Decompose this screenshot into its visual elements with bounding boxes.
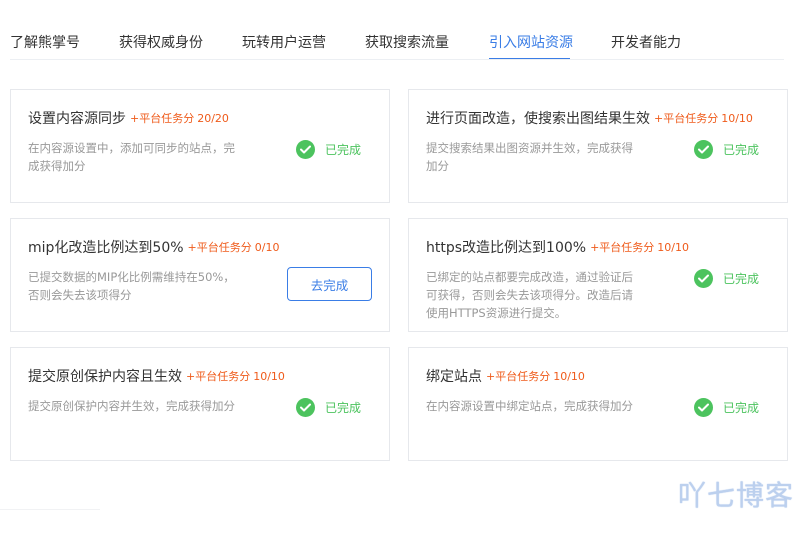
task-name: 设置内容源同步 — [28, 111, 126, 127]
task-name: 进行页面改造，使搜索出图结果生效 — [426, 111, 650, 127]
tab-learn-bear-paw[interactable]: 了解熊掌号 — [10, 34, 80, 52]
status-text: 已完成 — [722, 272, 759, 286]
check-circle-icon — [693, 140, 713, 159]
task-card-content-sync: 设置内容源同步 +平台任务分 20/20 在内容源设置中，添加可同步的站点，完 成获… — [10, 89, 390, 203]
score-value: 20/20 — [197, 112, 229, 125]
tab-divider — [10, 59, 784, 60]
card-title: 进行页面改造，使搜索出图结果生效 +平台任务分 10/10 — [426, 110, 753, 128]
score-value: 10/10 — [721, 112, 753, 125]
tab-bar: 了解熊掌号 获得权威身份 玩转用户运营 获取搜索流量 引入网站资源 开发者能力 — [0, 0, 800, 61]
desc-line: 提交原创保护内容并生效，完成获得加分 — [28, 399, 235, 413]
desc-line: 可获得，否则会失去该项得分。改造后请 — [426, 288, 633, 302]
task-description: 提交原创保护内容并生效，完成获得加分 — [28, 397, 235, 415]
card-title: 提交原创保护内容且生效 +平台任务分 10/10 — [28, 368, 285, 386]
desc-line: 提交搜索结果出图资源并生效，完成获得 — [426, 141, 633, 155]
score-label: +平台任务分 — [186, 370, 251, 383]
task-card-bind-site: 绑定站点 +平台任务分 10/10 在内容源设置中绑定站点，完成获得加分 已完成 — [408, 347, 788, 461]
card-title: https改造比例达到100% +平台任务分 10/10 — [426, 239, 689, 257]
card-title: 绑定站点 +平台任务分 10/10 — [426, 368, 585, 386]
task-description: 已绑定的站点都要完成改造，通过验证后 可获得，否则会失去该项得分。改造后请 使用… — [426, 268, 633, 322]
score-label: +平台任务分 — [187, 241, 252, 254]
check-circle-icon — [693, 269, 713, 288]
task-description: 已提交数据的MIP化比例需维持在50%， 否则会失去该项得分 — [28, 268, 235, 304]
score-label: +平台任务分 — [654, 112, 719, 125]
score-label: +平台任务分 — [130, 112, 195, 125]
score-label: +平台任务分 — [590, 241, 655, 254]
task-card-search-image: 进行页面改造，使搜索出图结果生效 +平台任务分 10/10 提交搜索结果出图资源并生… — [408, 89, 788, 203]
task-card-original-protection: 提交原创保护内容且生效 +平台任务分 10/10 提交原创保护内容并生效，完成获得加… — [10, 347, 390, 461]
check-circle-icon — [295, 140, 315, 159]
score-value: 10/10 — [253, 370, 285, 383]
score-value: 10/10 — [553, 370, 585, 383]
divider — [0, 509, 100, 510]
status-text: 已完成 — [722, 401, 759, 415]
task-name: 绑定站点 — [426, 369, 482, 385]
task-description: 提交搜索结果出图资源并生效，完成获得 加分 — [426, 139, 633, 175]
desc-line: 在内容源设置中，添加可同步的站点，完 — [28, 141, 235, 155]
completed-status: 已完成 — [295, 140, 361, 159]
status-text: 已完成 — [324, 401, 361, 415]
tab-search-traffic[interactable]: 获取搜索流量 — [365, 34, 449, 52]
status-text: 已完成 — [722, 143, 759, 157]
desc-line: 否则会失去该项得分 — [28, 288, 132, 302]
tab-site-resources[interactable]: 引入网站资源 — [489, 34, 573, 52]
task-name: https改造比例达到100% — [426, 240, 587, 256]
watermark: 吖七博客 — [677, 479, 794, 512]
card-title: 设置内容源同步 +平台任务分 20/20 — [28, 110, 229, 128]
desc-line: 在内容源设置中绑定站点，完成获得加分 — [426, 399, 633, 413]
tab-developer-capability[interactable]: 开发者能力 — [611, 34, 681, 52]
task-card-mip: mip化改造比例达到50% +平台任务分 0/10 已提交数据的MIP化比例需维持在… — [10, 218, 390, 332]
desc-line: 成获得加分 — [28, 159, 86, 173]
go-complete-button[interactable]: 去完成 — [287, 267, 372, 301]
task-description: 在内容源设置中，添加可同步的站点，完 成获得加分 — [28, 139, 235, 175]
desc-line: 已提交数据的MIP化比例需维持在50%， — [28, 270, 235, 284]
check-circle-icon — [693, 398, 713, 417]
task-description: 在内容源设置中绑定站点，完成获得加分 — [426, 397, 633, 415]
desc-line: 加分 — [426, 159, 449, 173]
completed-status: 已完成 — [693, 269, 759, 288]
completed-status: 已完成 — [295, 398, 361, 417]
score-label: +平台任务分 — [486, 370, 551, 383]
task-card-https: https改造比例达到100% +平台任务分 10/10 已绑定的站点都要完成改造，… — [408, 218, 788, 332]
task-name: mip化改造比例达到50% — [28, 240, 184, 256]
task-name: 提交原创保护内容且生效 — [28, 369, 182, 385]
check-circle-icon — [295, 398, 315, 417]
completed-status: 已完成 — [693, 398, 759, 417]
card-title: mip化改造比例达到50% +平台任务分 0/10 — [28, 239, 279, 257]
status-text: 已完成 — [324, 143, 361, 157]
desc-line: 已绑定的站点都要完成改造，通过验证后 — [426, 270, 633, 284]
completed-status: 已完成 — [693, 140, 759, 159]
tab-authority-identity[interactable]: 获得权威身份 — [119, 34, 203, 52]
score-value: 10/10 — [657, 241, 689, 254]
desc-line: 使用HTTPS资源进行提交。 — [426, 306, 567, 320]
score-value: 0/10 — [254, 241, 280, 254]
tab-user-operations[interactable]: 玩转用户运营 — [242, 34, 326, 52]
